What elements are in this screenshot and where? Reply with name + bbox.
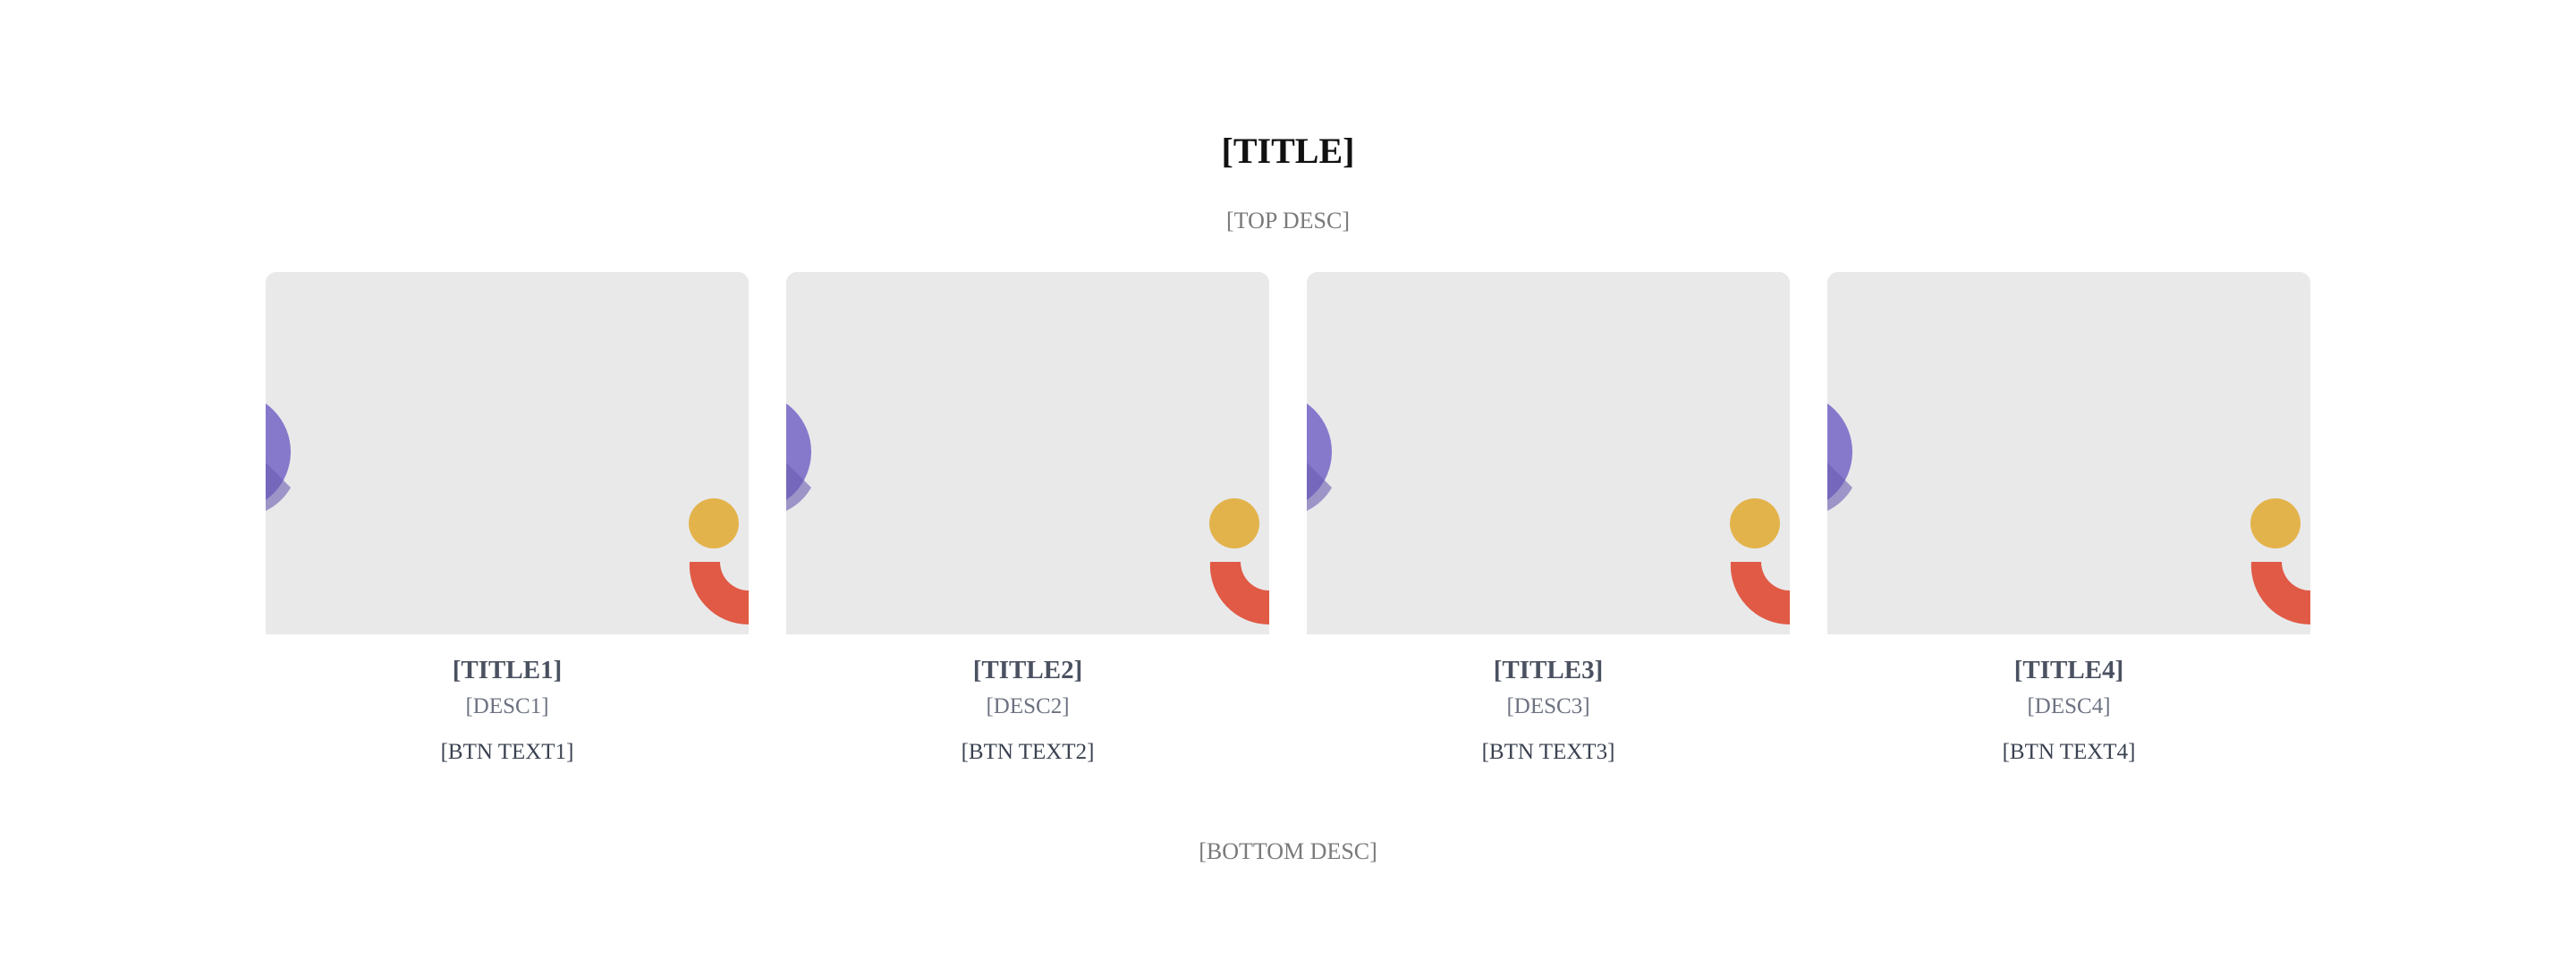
bottom-description: [BOTTOM DESC] [1199,838,1377,864]
card-grid: [TITLE1] [DESC1] [BTN TEXT1] [TITLE2] [D… [266,272,2310,773]
card-2-description: [DESC2] [986,694,1070,718]
card-3-title: [TITLE3] [1493,656,1604,684]
abstract-shapes-icon [1827,404,2310,625]
abstract-shapes-icon [266,404,749,625]
card-4: [TITLE4] [DESC4] [BTN TEXT4] [1827,272,2310,773]
card-3-illustration [1307,272,1790,634]
card-1-description: [DESC1] [465,694,549,718]
card-1-illustration [266,272,749,634]
page-title: [TITLE] [1221,131,1355,171]
card-3-description: [DESC3] [1506,694,1590,718]
abstract-shapes-icon [1307,404,1790,625]
card-3: [TITLE3] [DESC3] [BTN TEXT3] [1307,272,1790,773]
card-2: [TITLE2] [DESC2] [BTN TEXT2] [786,272,1269,773]
card-2-button[interactable]: [BTN TEXT2] [938,737,1117,768]
card-1-title: [TITLE1] [452,656,563,684]
abstract-shapes-icon [786,404,1269,625]
top-description: [TOP DESC] [1226,208,1350,234]
card-3-button[interactable]: [BTN TEXT3] [1459,737,1638,768]
card-1: [TITLE1] [DESC1] [BTN TEXT1] [266,272,749,773]
card-4-illustration [1827,272,2310,634]
card-4-title: [TITLE4] [2013,656,2124,684]
card-4-button[interactable]: [BTN TEXT4] [1979,737,2158,768]
card-4-description: [DESC4] [2027,694,2111,718]
card-1-button[interactable]: [BTN TEXT1] [418,737,597,768]
card-2-illustration [786,272,1269,634]
card-2-title: [TITLE2] [972,656,1083,684]
